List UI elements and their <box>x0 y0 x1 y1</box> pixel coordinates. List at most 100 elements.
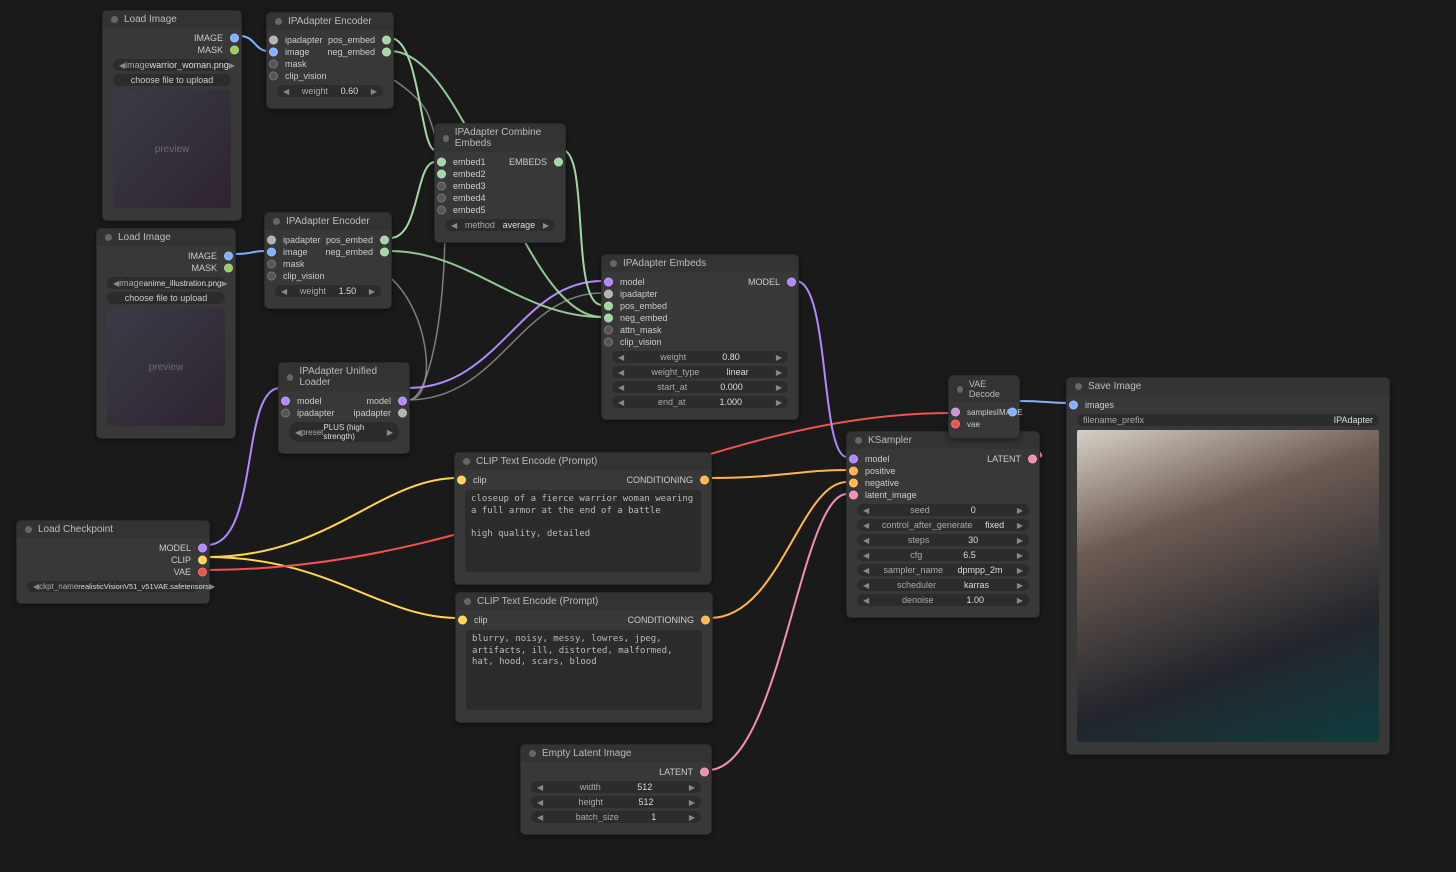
node-header[interactable]: Save Image <box>1067 378 1389 395</box>
node-header[interactable]: Load Image <box>97 229 235 246</box>
node-header[interactable]: IPAdapter Combine Embeds <box>435 124 565 152</box>
port-ipadapter-out[interactable] <box>398 409 407 418</box>
port-clipvision-in[interactable] <box>269 72 278 81</box>
arrow-right-icon[interactable]: ▶ <box>369 287 375 296</box>
node-load-image-2[interactable]: Load Image IMAGE MASK ◀ image anime_illu… <box>96 228 236 439</box>
filename-prefix-widget[interactable]: filename_prefix IPAdapter <box>1077 414 1379 426</box>
node-load-image-1[interactable]: Load Image IMAGE MASK ◀ image warrior_wo… <box>102 10 242 221</box>
port-image-out[interactable] <box>230 34 239 43</box>
seed-widget[interactable]: ◀seed0▶ <box>857 504 1029 516</box>
end-at-widget[interactable]: ◀end_at1.000▶ <box>612 396 788 408</box>
arrow-right-icon[interactable]: ▶ <box>543 221 549 230</box>
upload-button[interactable]: choose file to upload <box>107 292 225 304</box>
port-image-out[interactable] <box>224 252 233 261</box>
cfg-widget[interactable]: ◀cfg6.5▶ <box>857 549 1029 561</box>
node-ipadapter-unified-loader[interactable]: IPAdapter Unified Loader modelmodel ipad… <box>278 362 410 454</box>
port-clipvision-in[interactable] <box>604 338 613 347</box>
port-attnmask-in[interactable] <box>604 326 613 335</box>
weight-widget[interactable]: ◀ weight 1.50 ▶ <box>275 285 381 297</box>
image-select-widget[interactable]: ◀ image anime_illustration.png ▶ <box>107 277 225 289</box>
port-model-in[interactable] <box>604 278 613 287</box>
port-image-in[interactable] <box>269 48 278 57</box>
arrow-right-icon[interactable]: ▶ <box>387 428 393 437</box>
node-header[interactable]: CLIP Text Encode (Prompt) <box>456 593 712 610</box>
arrow-left-icon[interactable]: ◀ <box>451 221 457 230</box>
port-clipvision-in[interactable] <box>267 272 276 281</box>
prompt-textarea[interactable]: blurry, noisy, messy, lowres, jpeg, arti… <box>466 630 702 710</box>
port-embed2-in[interactable] <box>437 170 446 179</box>
height-widget[interactable]: ◀height512▶ <box>531 796 701 808</box>
node-header[interactable]: IPAdapter Encoder <box>267 13 393 30</box>
port-clip-in[interactable] <box>458 616 467 625</box>
prompt-textarea[interactable]: closeup of a fierce warrior woman wearin… <box>465 490 701 572</box>
batch-widget[interactable]: ◀batch_size1▶ <box>531 811 701 823</box>
port-conditioning-out[interactable] <box>701 616 710 625</box>
preset-widget[interactable]: ◀ preset PLUS (high strength) ▶ <box>289 422 399 442</box>
port-mask-out[interactable] <box>224 264 233 273</box>
node-empty-latent-image[interactable]: Empty Latent Image LATENT ◀width512▶ ◀he… <box>520 744 712 835</box>
port-embed3-in[interactable] <box>437 182 446 191</box>
port-latent-in[interactable] <box>849 491 858 500</box>
node-ipadapter-encoder-1[interactable]: IPAdapter Encoder ipadapterpos_embed ima… <box>266 12 394 109</box>
port-ipadapter-in[interactable] <box>281 409 290 418</box>
port-pos-embed-out[interactable] <box>382 36 391 45</box>
node-save-image[interactable]: Save Image images filename_prefix IPAdap… <box>1066 377 1390 755</box>
port-embed4-in[interactable] <box>437 194 446 203</box>
port-model-out[interactable] <box>198 544 207 553</box>
weight-type-widget[interactable]: ◀weight_typelinear▶ <box>612 366 788 378</box>
start-at-widget[interactable]: ◀start_at0.000▶ <box>612 381 788 393</box>
node-header[interactable]: IPAdapter Encoder <box>265 213 391 230</box>
node-ipadapter-combine-embeds[interactable]: IPAdapter Combine Embeds embed1EMBEDS em… <box>434 123 566 243</box>
arrow-left-icon[interactable]: ◀ <box>281 287 287 296</box>
node-header[interactable]: CLIP Text Encode (Prompt) <box>455 453 711 470</box>
port-model-out[interactable] <box>398 397 407 406</box>
node-header[interactable]: Load Checkpoint <box>17 521 209 538</box>
image-select-widget[interactable]: ◀ image warrior_woman.png ▶ <box>113 59 231 71</box>
port-pos-embed-out[interactable] <box>380 236 389 245</box>
node-vae-decode[interactable]: VAE Decode samplesIMAGE vae <box>948 375 1020 439</box>
scheduler-widget[interactable]: ◀schedulerkarras▶ <box>857 579 1029 591</box>
port-neg-embed-out[interactable] <box>380 248 389 257</box>
port-latent-out[interactable] <box>700 768 709 777</box>
port-ipadapter-in[interactable] <box>269 36 278 45</box>
sampler-widget[interactable]: ◀sampler_namedpmpp_2m▶ <box>857 564 1029 576</box>
method-widget[interactable]: ◀ method average ▶ <box>445 219 555 231</box>
port-clip-in[interactable] <box>457 476 466 485</box>
upload-button[interactable]: choose file to upload <box>113 74 231 86</box>
port-samples-in[interactable] <box>951 408 960 417</box>
port-model-in[interactable] <box>849 455 858 464</box>
node-ipadapter-encoder-2[interactable]: IPAdapter Encoder ipadapterpos_embed ima… <box>264 212 392 309</box>
node-load-checkpoint[interactable]: Load Checkpoint MODEL CLIP VAE ◀ ckpt_na… <box>16 520 210 604</box>
arrow-right-icon[interactable]: ▶ <box>229 61 235 70</box>
arrow-right-icon[interactable]: ▶ <box>371 87 377 96</box>
port-ipadapter-in[interactable] <box>604 290 613 299</box>
port-vae-in[interactable] <box>951 420 960 429</box>
node-header[interactable]: IPAdapter Unified Loader <box>279 363 409 391</box>
port-mask-in[interactable] <box>269 60 278 69</box>
port-neg-embed-out[interactable] <box>382 48 391 57</box>
control-widget[interactable]: ◀control_after_generatefixed▶ <box>857 519 1029 531</box>
port-mask-in[interactable] <box>267 260 276 269</box>
node-clip-text-encode-positive[interactable]: CLIP Text Encode (Prompt) clipCONDITIONI… <box>454 452 712 585</box>
port-negative-in[interactable] <box>849 479 858 488</box>
port-embed5-in[interactable] <box>437 206 446 215</box>
node-ipadapter-embeds[interactable]: IPAdapter Embeds modelMODEL ipadapter po… <box>601 254 799 420</box>
port-image-out[interactable] <box>1008 408 1017 417</box>
weight-widget[interactable]: ◀ weight 0.60 ▶ <box>277 85 383 97</box>
port-model-in[interactable] <box>281 397 290 406</box>
port-mask-out[interactable] <box>230 46 239 55</box>
node-header[interactable]: Empty Latent Image <box>521 745 711 762</box>
port-posembed-in[interactable] <box>604 302 613 311</box>
node-clip-text-encode-negative[interactable]: CLIP Text Encode (Prompt) clipCONDITIONI… <box>455 592 713 723</box>
width-widget[interactable]: ◀width512▶ <box>531 781 701 793</box>
steps-widget[interactable]: ◀steps30▶ <box>857 534 1029 546</box>
port-ipadapter-in[interactable] <box>267 236 276 245</box>
port-embeds-out[interactable] <box>554 158 563 167</box>
port-latent-out[interactable] <box>1028 455 1037 464</box>
node-header[interactable]: IPAdapter Embeds <box>602 255 798 272</box>
node-header[interactable]: VAE Decode <box>949 376 1019 402</box>
port-vae-out[interactable] <box>198 568 207 577</box>
port-clip-out[interactable] <box>198 556 207 565</box>
arrow-right-icon[interactable]: ▶ <box>209 582 215 591</box>
port-positive-in[interactable] <box>849 467 858 476</box>
